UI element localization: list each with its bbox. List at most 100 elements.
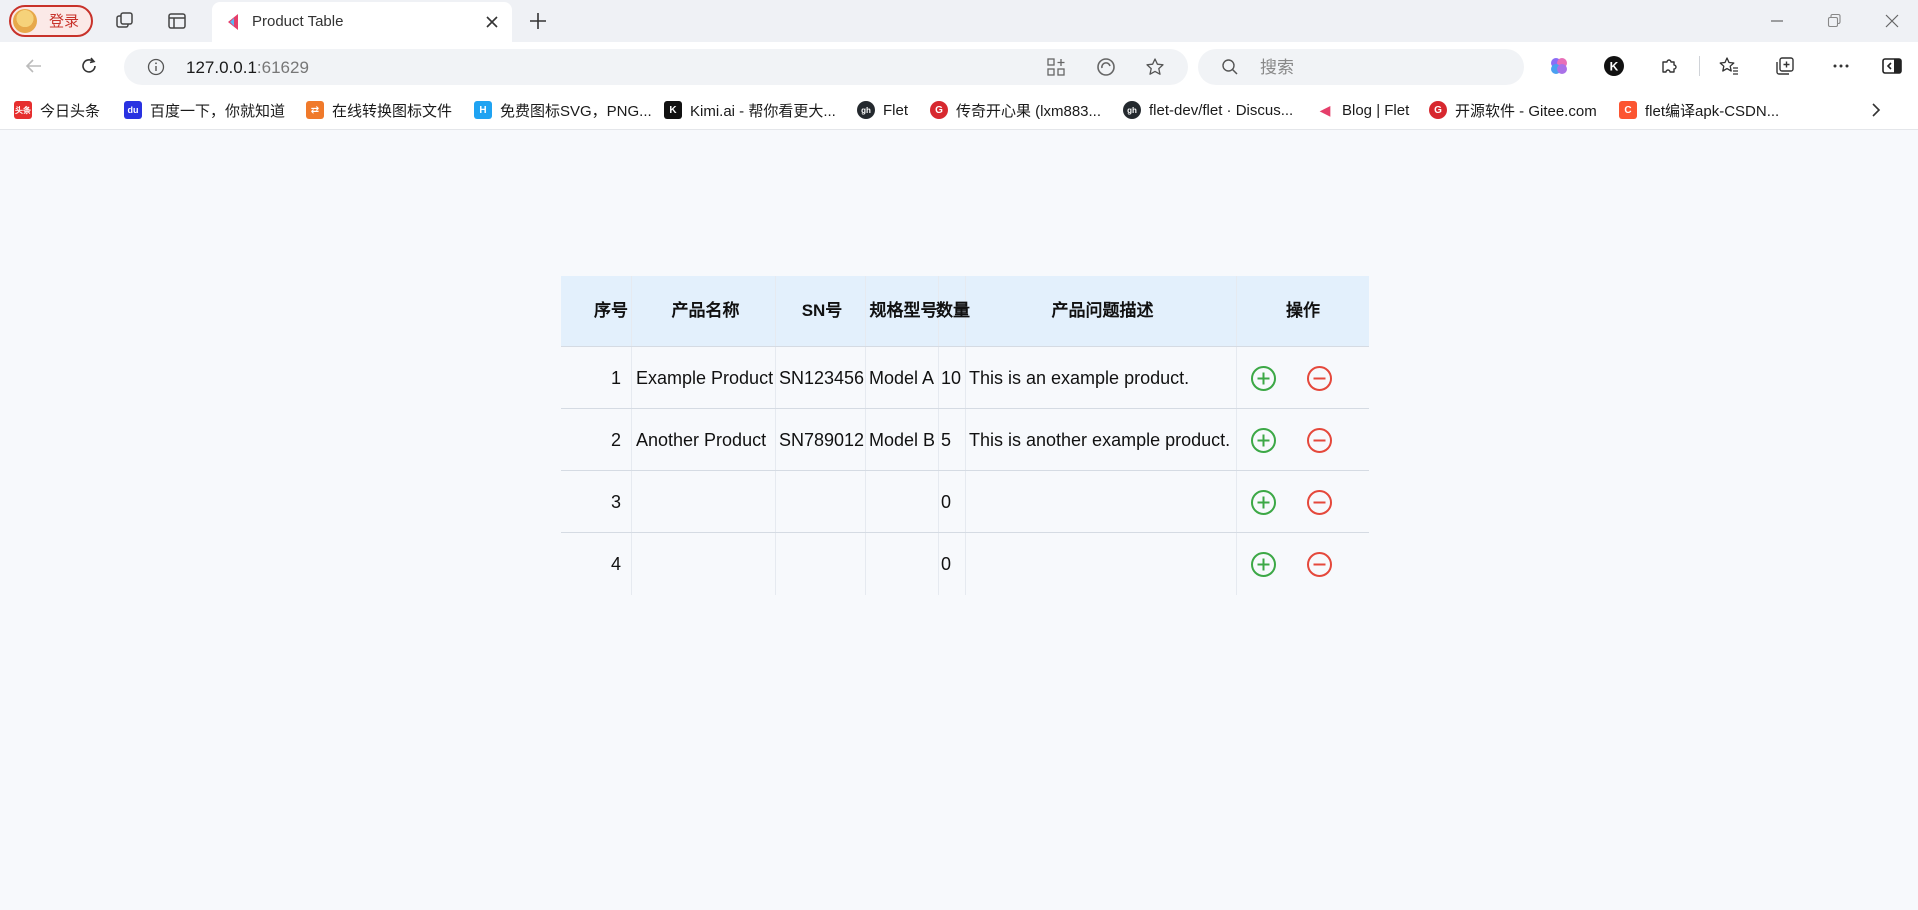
window-close-icon[interactable] [1880, 9, 1904, 33]
kimi-icon: K [664, 101, 682, 119]
remove-row-button[interactable] [1306, 551, 1333, 578]
quantity-cell[interactable]: 0 [939, 471, 966, 532]
remove-row-button[interactable] [1306, 427, 1333, 454]
flet-logo-icon [224, 12, 244, 32]
model-cell[interactable] [866, 533, 939, 595]
model-cell[interactable]: Model A [866, 347, 939, 408]
flet-logo-icon: ◀ [1319, 101, 1331, 118]
bookmark-item[interactable]: K Kimi.ai - 帮你看更大... [664, 100, 836, 120]
remove-row-button[interactable] [1306, 365, 1333, 392]
row-index: 1 [561, 347, 632, 408]
workspaces-icon[interactable] [113, 9, 137, 33]
info-icon[interactable] [144, 55, 168, 79]
login-button[interactable]: 登录 [9, 5, 93, 37]
bookmark-label: 今日头条 [40, 102, 101, 120]
table-header: 序号 产品名称 SN号 规格型号 数量 产品问题描述 操作 [561, 276, 1369, 347]
csdn-icon: C [1619, 101, 1637, 119]
favorites-icon[interactable] [1717, 54, 1741, 78]
remove-row-button[interactable] [1306, 489, 1333, 516]
add-row-button[interactable] [1250, 365, 1277, 392]
bookmark-item[interactable]: gh Flet [857, 100, 908, 120]
plus-icon[interactable] [526, 9, 550, 33]
model-cell[interactable]: Model B [866, 409, 939, 470]
model-cell[interactable] [866, 471, 939, 532]
quantity-cell[interactable]: 10 [939, 347, 966, 408]
sn-cell[interactable]: SN123456 [776, 347, 866, 408]
bookmark-label: 百度一下，你就知道 [150, 102, 286, 120]
login-label: 登录 [49, 13, 80, 30]
restore-icon[interactable] [1822, 9, 1846, 33]
column-header-index: 序号 [561, 276, 632, 346]
minimize-icon[interactable] [1765, 9, 1789, 33]
description-cell[interactable] [966, 471, 1237, 532]
gitee-icon: G [930, 101, 948, 119]
sn-cell[interactable]: SN789012 [776, 409, 866, 470]
bookmarks-bar: 头条 今日头条 du 百度一下，你就知道 ⇄ 在线转换图标文件 H 免费图标SV… [0, 90, 1918, 130]
page-viewport: 序号 产品名称 SN号 规格型号 数量 产品问题描述 操作 1 Example … [5, 131, 1918, 910]
actions-cell [1237, 347, 1369, 408]
sn-cell[interactable] [776, 533, 866, 595]
sn-cell[interactable] [776, 471, 866, 532]
bookmark-item[interactable]: ◀ Blog | Flet [1316, 100, 1410, 120]
row-index: 3 [561, 471, 632, 532]
puzzle-icon[interactable] [1657, 54, 1681, 78]
bookmark-item[interactable]: gh flet-dev/flet · Discus... [1123, 100, 1293, 120]
edge-icon[interactable] [1094, 55, 1118, 79]
remove-circle-icon [1307, 552, 1332, 577]
search-input[interactable]: 搜索 [1198, 49, 1524, 85]
bookmark-item[interactable]: H 免费图标SVG，PNG... [474, 100, 652, 120]
copilot-icon[interactable] [1547, 54, 1571, 78]
row-index: 4 [561, 533, 632, 595]
star-icon[interactable] [1143, 55, 1167, 79]
remove-circle-icon [1307, 366, 1332, 391]
more-icon[interactable] [1829, 54, 1853, 78]
bookmark-item[interactable]: 头条 今日头条 [14, 100, 100, 120]
description-cell[interactable] [966, 533, 1237, 595]
convert-icon: ⇄ [306, 101, 324, 119]
bookmark-item[interactable]: du 百度一下，你就知道 [124, 100, 285, 120]
collections-icon[interactable] [1773, 54, 1797, 78]
search-placeholder: 搜索 [1260, 58, 1294, 77]
actions-cell [1237, 533, 1369, 595]
address-bar[interactable]: 127.0.0.1:61629 [124, 49, 1188, 85]
github-icon: gh [857, 101, 875, 119]
add-circle-icon [1251, 552, 1276, 577]
bookmark-label: 在线转换图标文件 [332, 102, 453, 120]
description-cell[interactable]: This is another example product. [966, 409, 1237, 470]
tab-actions-icon[interactable] [165, 9, 189, 33]
chevron-right-icon[interactable] [1864, 98, 1888, 122]
browser-toolbar: 127.0.0.1:61629 搜索 K [0, 42, 1918, 90]
add-row-button[interactable] [1250, 489, 1277, 516]
bookmark-item[interactable]: C flet编译apk-CSDN... [1619, 100, 1779, 120]
table-row: 2 Another Product SN789012 Model B 5 Thi… [561, 409, 1369, 471]
row-index: 2 [561, 409, 632, 470]
description-cell[interactable]: This is an example product. [966, 347, 1237, 408]
bookmark-item[interactable]: G 开源软件 - Gitee.com [1429, 100, 1597, 120]
table-row: 1 Example Product SN123456 Model A 10 Th… [561, 347, 1369, 409]
refresh-icon[interactable] [77, 54, 101, 78]
github-icon: gh [1123, 101, 1141, 119]
sidebar-icon[interactable] [1880, 54, 1904, 78]
close-icon[interactable] [480, 10, 504, 34]
bookmark-label: Flet [883, 101, 909, 119]
tab-product-table[interactable]: Product Table [212, 2, 512, 42]
toutiao-icon: 头条 [14, 101, 32, 119]
apps-icon[interactable] [1044, 55, 1068, 79]
bookmark-label: 传奇开心果 (lxm883... [956, 102, 1102, 120]
gitee-icon: G [1429, 101, 1447, 119]
kimi-icon[interactable]: K [1602, 54, 1626, 78]
product-name-cell[interactable]: Another Product [632, 409, 776, 470]
add-row-button[interactable] [1250, 427, 1277, 454]
tab-title: Product Table [252, 13, 344, 30]
quantity-cell[interactable]: 0 [939, 533, 966, 595]
quantity-cell[interactable]: 5 [939, 409, 966, 470]
bookmark-item[interactable]: ⇄ 在线转换图标文件 [306, 100, 452, 120]
bookmark-item[interactable]: G 传奇开心果 (lxm883... [930, 100, 1101, 120]
add-row-button[interactable] [1250, 551, 1277, 578]
bookmark-label: Kimi.ai - 帮你看更大... [690, 102, 836, 120]
product-name-cell[interactable] [632, 471, 776, 532]
product-name-cell[interactable]: Example Product [632, 347, 776, 408]
svg-text:K: K [1610, 60, 1619, 74]
back-arrow-icon[interactable] [22, 54, 46, 78]
product-name-cell[interactable] [632, 533, 776, 595]
